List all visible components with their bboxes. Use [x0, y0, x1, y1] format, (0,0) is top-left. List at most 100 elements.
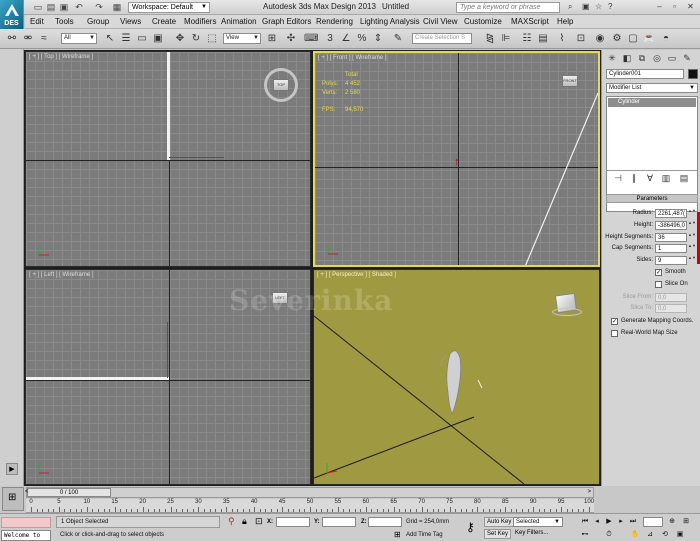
rotate-icon[interactable]: ↻: [190, 33, 202, 45]
field-of-view-icon[interactable]: ⊿: [645, 530, 655, 540]
angle-snap-icon[interactable]: ∠: [340, 33, 352, 45]
hierarchy-tab-icon[interactable]: ⧉: [636, 52, 648, 64]
real-world-map-checkbox[interactable]: [611, 330, 618, 337]
next-frame-icon[interactable]: >: [587, 488, 591, 497]
viewport-perspective[interactable]: [ + ] [ Perspective ] [ Shaded ]: [313, 269, 600, 485]
menu-lighting-analysis[interactable]: Lighting Analysis: [360, 17, 420, 26]
height-spinner[interactable]: ▲▼: [688, 221, 696, 230]
viewport-front[interactable]: [ + ] [ Front ] [ Wireframe ] Total Poly…: [313, 51, 600, 267]
search-icon[interactable]: ⌕: [568, 2, 572, 12]
play-icon[interactable]: ▶: [6, 463, 18, 475]
key-icon[interactable]: ⚷: [466, 520, 475, 534]
viewcube-perspective[interactable]: [552, 288, 582, 318]
isolate-selection-icon[interactable]: ⚲: [228, 516, 235, 527]
sides-spinner[interactable]: ▲▼: [688, 256, 696, 265]
menu-views[interactable]: Views: [120, 17, 141, 26]
subscription-icon[interactable]: ▣: [582, 2, 590, 12]
window-crossing-icon[interactable]: ▣: [152, 33, 164, 45]
height-field[interactable]: -386496,0: [655, 221, 687, 230]
edit-named-selection-icon[interactable]: ✎: [392, 33, 404, 45]
close-button[interactable]: ✕: [684, 0, 697, 14]
schematic-view-icon[interactable]: ⊡: [575, 33, 587, 45]
modify-tab-icon[interactable]: ◧: [621, 52, 633, 64]
add-time-tag-button[interactable]: Add Time Tag: [406, 532, 443, 538]
sides-field[interactable]: 9: [655, 256, 687, 265]
spinner-snap-icon[interactable]: ⇕: [372, 33, 384, 45]
menu-create[interactable]: Create: [152, 17, 176, 26]
restore-button[interactable]: ▫: [668, 0, 681, 14]
render-production-icon[interactable]: ☕: [643, 33, 655, 45]
display-tab-icon[interactable]: ▭: [666, 52, 678, 64]
slice-from-field[interactable]: 0,0: [655, 293, 687, 302]
menu-animation[interactable]: Animation: [221, 17, 257, 26]
smooth-checkbox[interactable]: ✓: [655, 269, 662, 276]
open-file-icon[interactable]: ▤: [46, 2, 56, 12]
curve-editor-icon[interactable]: ⌇: [556, 33, 568, 45]
pivot-center-icon[interactable]: ⊞: [266, 33, 278, 45]
search-input[interactable]: Type a keyword or phrase: [456, 2, 560, 13]
current-frame-field[interactable]: [643, 517, 663, 527]
configure-sets-icon[interactable]: ▤: [678, 172, 690, 184]
menu-customize[interactable]: Customize: [464, 17, 502, 26]
zoom-extents-icon[interactable]: ⊕: [667, 517, 677, 527]
x-coord-field[interactable]: [276, 517, 310, 527]
menu-modifiers[interactable]: Modifiers: [184, 17, 216, 26]
time-slider[interactable]: 0 / 100 < >: [25, 487, 594, 498]
goto-start-icon[interactable]: ⏮: [580, 517, 590, 527]
menu-group[interactable]: Group: [87, 17, 109, 26]
generate-mapping-checkbox[interactable]: ✓: [611, 318, 618, 325]
utilities-tab-icon[interactable]: ✎: [681, 52, 693, 64]
menu-help[interactable]: Help: [557, 17, 573, 26]
material-editor-icon[interactable]: ◉: [594, 33, 606, 45]
key-set-dropdown[interactable]: Selected ▼: [513, 517, 563, 527]
menu-tools[interactable]: Tools: [55, 17, 74, 26]
viewcube-top[interactable]: TOP: [273, 79, 289, 91]
prev-frame-icon[interactable]: <: [25, 488, 29, 497]
select-by-name-icon[interactable]: ☰: [120, 33, 132, 45]
viewcube-compass[interactable]: TOP: [264, 68, 298, 102]
select-and-manipulate-icon[interactable]: ✣: [285, 33, 297, 45]
reference-coordinate-dropdown[interactable]: View ▼: [223, 33, 261, 44]
goto-end-icon[interactable]: ⏭: [628, 517, 638, 527]
menu-graph-editors[interactable]: Graph Editors: [262, 17, 311, 26]
track-bar[interactable]: 0 5 10 15 20 25 30 35 40 45 50 55 60 65 70 75 80 85 90 95 10…: [26, 499, 594, 513]
height-segments-field[interactable]: 36: [655, 233, 687, 242]
modifier-list-dropdown[interactable]: Modifier List ▼: [606, 83, 698, 93]
rendered-frame-window-icon[interactable]: ▢: [627, 33, 639, 45]
auto-key-button[interactable]: Auto Key: [484, 517, 515, 527]
slice-on-checkbox[interactable]: [655, 281, 662, 288]
named-selection-sets-dropdown[interactable]: Create Selection S: [412, 33, 472, 44]
viewcube-front[interactable]: FRONT: [562, 75, 578, 87]
pin-stack-icon[interactable]: ⊣: [612, 172, 624, 184]
layer-manager-icon[interactable]: ☷: [521, 33, 533, 45]
viewport-left-label[interactable]: [ + ] [ Left ] [ Wireframe ]: [29, 272, 94, 278]
viewcube-left[interactable]: LEFT: [272, 292, 288, 304]
scale-icon[interactable]: ⬚: [206, 33, 218, 45]
bind-space-warp-icon[interactable]: ≈: [38, 33, 50, 45]
height-segments-spinner[interactable]: ▲▼: [688, 233, 696, 242]
save-file-icon[interactable]: ▣: [59, 2, 69, 12]
z-coord-field[interactable]: [368, 517, 402, 527]
new-file-icon[interactable]: ▭: [33, 2, 43, 12]
viewport-top[interactable]: [ + ] [ Top ] [ Wireframe ] TOP: [25, 51, 311, 267]
make-unique-icon[interactable]: ∀: [644, 172, 656, 184]
play-animation-icon[interactable]: ▶: [604, 517, 614, 527]
menu-edit[interactable]: Edit: [30, 17, 44, 26]
remove-modifier-icon[interactable]: ▥: [660, 172, 672, 184]
next-frame-icon[interactable]: ▸: [616, 517, 626, 527]
slice-to-field[interactable]: 0,0: [655, 304, 687, 313]
render-teapot-icon[interactable]: ◓: [660, 33, 672, 45]
absolute-mode-icon[interactable]: ⊡: [255, 516, 263, 527]
align-icon[interactable]: ⊫: [500, 33, 512, 45]
zoom-all-icon[interactable]: ⊞: [681, 517, 691, 527]
maxscript-listener-output[interactable]: [1, 517, 51, 528]
application-menu-button[interactable]: DES: [0, 0, 24, 29]
workspace-dropdown[interactable]: Workspace: Default ▼: [128, 2, 210, 13]
cap-segments-field[interactable]: 1: [655, 244, 687, 253]
key-filters-button[interactable]: Key Filters...: [513, 529, 563, 539]
snaps-toggle-icon[interactable]: 3: [324, 33, 336, 45]
mini-curve-editor-toggle[interactable]: ⊞: [2, 487, 24, 511]
viewport-left[interactable]: [ + ] [ Left ] [ Wireframe ] LEFT: [25, 269, 311, 485]
selection-lock-icon[interactable]: 🔒︎: [242, 516, 247, 527]
y-coord-field[interactable]: [322, 517, 356, 527]
